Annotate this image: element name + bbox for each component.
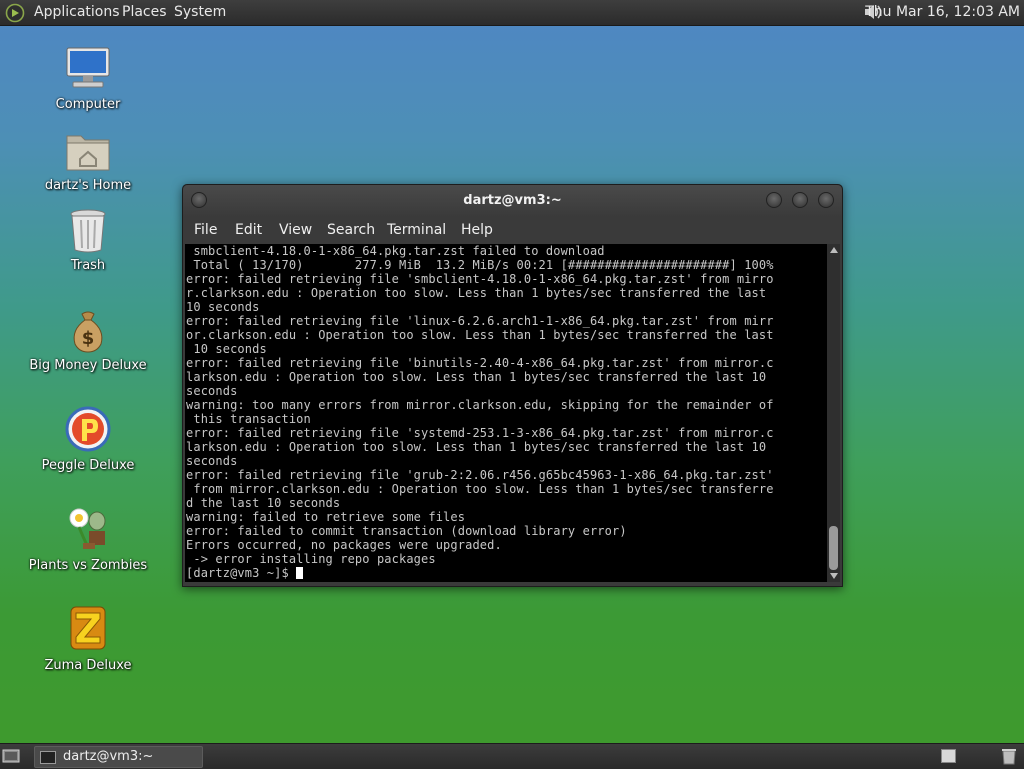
applications-menu[interactable]: Applications [34, 4, 120, 21]
clock[interactable]: Thu Mar 16, 12:03 AM [865, 4, 1020, 21]
window-title: dartz@vm3:~ [463, 193, 562, 208]
terminal-output[interactable]: smbclient-4.18.0-1-x86_64.pkg.tar.zst fa… [185, 244, 827, 582]
terminal-line: larkson.edu : Operation too slow. Less t… [186, 440, 767, 454]
terminal-line: from mirror.clarkson.edu : Operation too… [193, 482, 774, 496]
terminal-line: Errors occurred, no packages were upgrad… [186, 538, 502, 552]
desktop-icon-label: dartz's Home [44, 178, 132, 193]
desktop-icon-label: Peggle Deluxe [41, 458, 135, 473]
terminal-line: error: failed retrieving file 'linux-6.2… [186, 314, 774, 328]
home-folder-icon [66, 135, 110, 171]
plants-vs-zombies-icon [69, 508, 106, 549]
terminal-menubar: File Edit View Search Terminal Help [183, 217, 842, 243]
minimize-button[interactable] [766, 192, 782, 208]
taskbar-item-label: dartz@vm3:~ [63, 749, 154, 764]
terminal-line: warning: failed to retrieve some files [186, 510, 466, 524]
scroll-down-arrow-icon[interactable] [830, 573, 838, 579]
maximize-button[interactable] [792, 192, 808, 208]
terminal-line: seconds [186, 454, 238, 468]
system-menu[interactable]: System [174, 4, 226, 21]
zuma-icon [70, 606, 106, 650]
desktop-icon-label: Zuma Deluxe [44, 658, 132, 673]
terminal-line: seconds [186, 384, 238, 398]
terminal-line: this transaction [193, 412, 311, 426]
terminal-window[interactable]: dartz@vm3:~ File Edit View Search Termin… [182, 184, 843, 587]
workspace-switcher[interactable] [941, 749, 956, 763]
terminal-icon [40, 751, 56, 764]
terminal-prompt: [dartz@vm3 ~]$ [186, 566, 297, 580]
money-bag-icon: $ [73, 311, 103, 353]
peggle-icon [65, 406, 111, 452]
menu-view[interactable]: View [279, 222, 312, 238]
terminal-line: error: failed retrieving file 'binutils-… [186, 356, 774, 370]
top-panel: Applications Places System Thu Mar 16, 1… [0, 0, 1024, 26]
places-menu[interactable]: Places [122, 4, 167, 21]
terminal-line: error: failed retrieving file 'grub-2:2.… [186, 468, 774, 482]
scroll-up-arrow-icon[interactable] [830, 247, 838, 253]
terminal-scrollbar[interactable] [827, 244, 840, 582]
taskbar-item-terminal[interactable]: dartz@vm3:~ [34, 746, 203, 768]
menu-search[interactable]: Search [327, 222, 375, 238]
bottom-panel: dartz@vm3:~ [0, 743, 1024, 769]
desktop-icon-label: Plants vs Zombies [28, 558, 148, 573]
close-button[interactable] [818, 192, 834, 208]
terminal-line: Total ( 13/170) 277.9 MiB 13.2 MiB/s 00:… [193, 258, 774, 272]
terminal-line: 10 seconds [186, 300, 260, 314]
terminal-line: smbclient-4.18.0-1-x86_64.pkg.tar.zst fa… [193, 244, 605, 258]
menu-edit[interactable]: Edit [235, 222, 262, 238]
terminal-line: r.clarkson.edu : Operation too slow. Les… [186, 286, 767, 300]
terminal-line: 10 seconds [193, 342, 267, 356]
terminal-line: d the last 10 seconds [186, 496, 341, 510]
desktop-icon-label: Trash [70, 258, 106, 273]
window-titlebar[interactable]: dartz@vm3:~ [183, 185, 842, 217]
trash-icon [70, 209, 106, 253]
terminal-line: larkson.edu : Operation too slow. Less t… [186, 370, 767, 384]
svg-text:$: $ [82, 328, 95, 349]
terminal-line: or.clarkson.edu : Operation too slow. Le… [186, 328, 774, 342]
menu-file[interactable]: File [194, 222, 217, 238]
desktop-icon-label: Computer [55, 97, 121, 112]
terminal-line: -> error installing repo packages [193, 552, 436, 566]
desktop-icon-label: Big Money Deluxe [29, 358, 147, 373]
computer-icon [66, 47, 110, 88]
menu-terminal[interactable]: Terminal [387, 222, 446, 238]
show-desktop-icon[interactable] [2, 748, 20, 764]
terminal-line: error: failed to commit transaction (dow… [186, 524, 627, 538]
applications-logo-icon[interactable] [5, 3, 25, 23]
terminal-text: smbclient-4.18.0-1-x86_64.pkg.tar.zst fa… [185, 244, 827, 580]
terminal-line: warning: too many errors from mirror.cla… [186, 398, 774, 412]
scrollbar-thumb[interactable] [829, 526, 838, 570]
menu-help[interactable]: Help [461, 222, 493, 238]
terminal-line: error: failed retrieving file 'smbclient… [186, 272, 774, 286]
trash-applet-icon[interactable] [1000, 747, 1018, 765]
terminal-cursor [296, 567, 304, 579]
terminal-line: error: failed retrieving file 'systemd-2… [186, 426, 774, 440]
